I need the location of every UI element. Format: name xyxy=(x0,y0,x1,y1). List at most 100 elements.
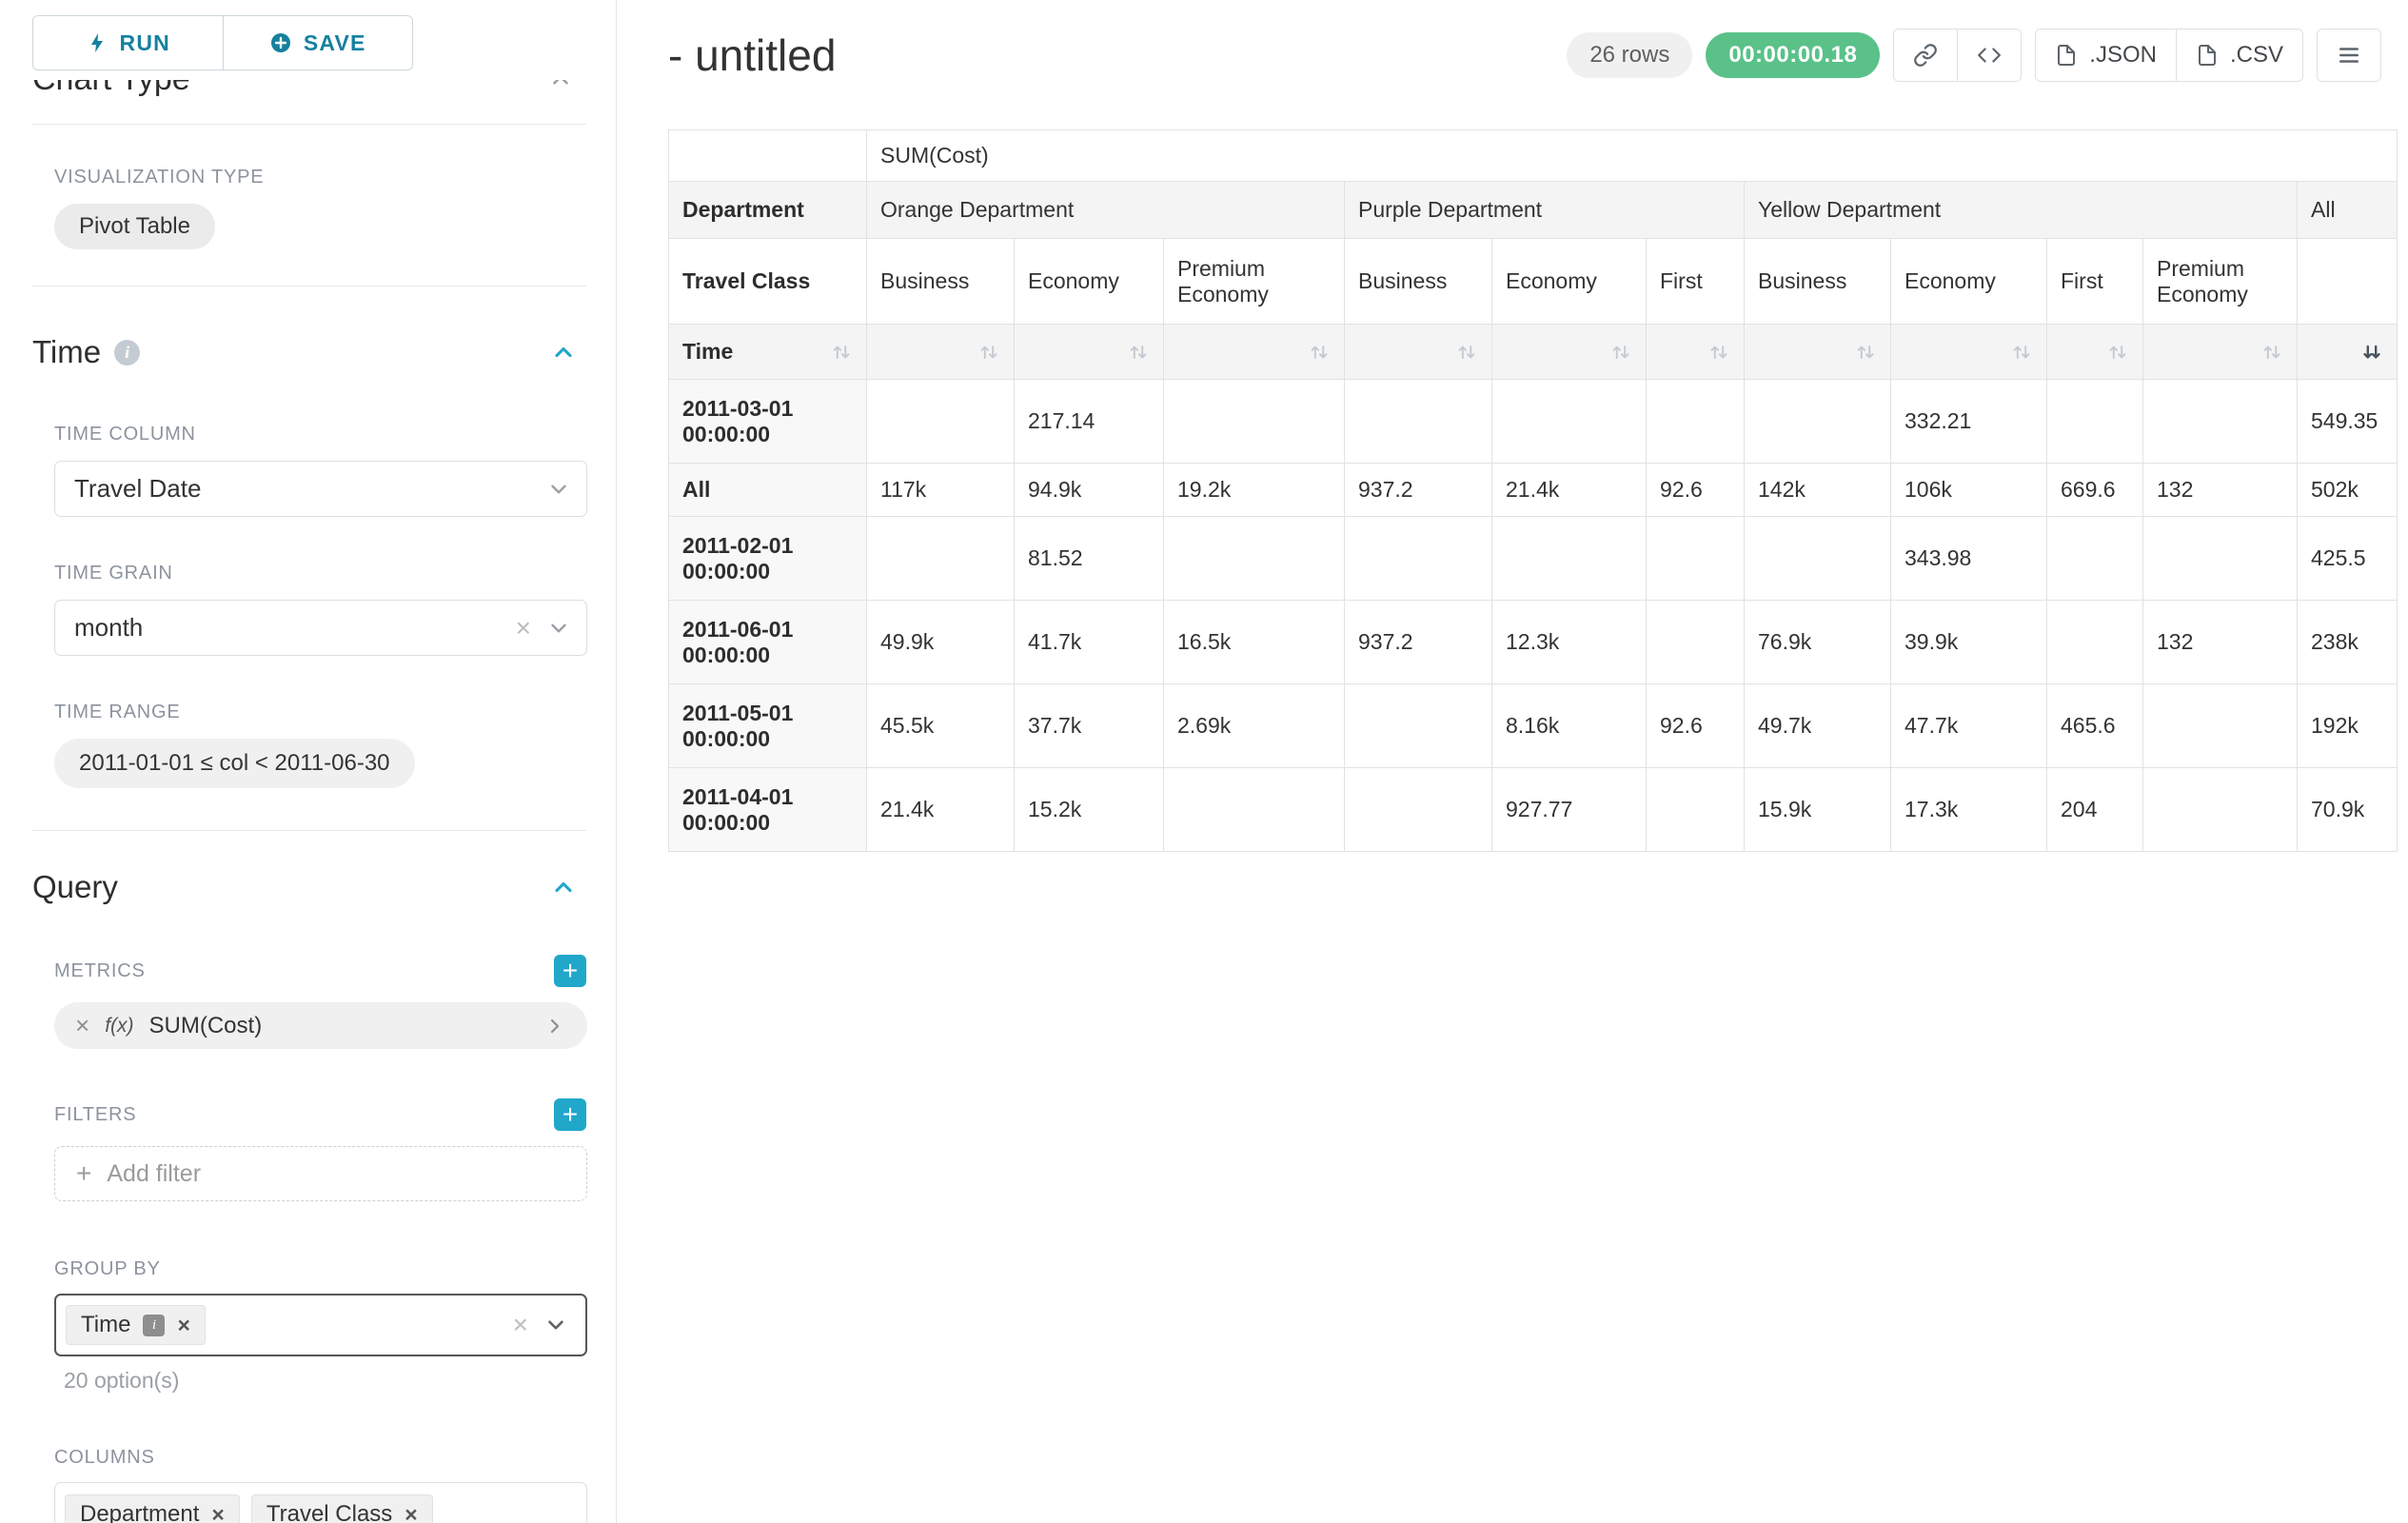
cell xyxy=(1345,517,1492,601)
add-filter-button[interactable]: + Add filter xyxy=(54,1146,587,1201)
remove-metric-icon[interactable]: × xyxy=(75,1011,89,1040)
columns-tag-travel-class[interactable]: Travel Class × xyxy=(251,1494,433,1523)
cell xyxy=(2143,517,2298,601)
sort-icon xyxy=(1308,341,1331,364)
time-section-title: Time xyxy=(32,334,101,370)
cell xyxy=(2143,380,2298,464)
cell xyxy=(1345,768,1492,852)
cell: 343.98 xyxy=(1891,517,2047,601)
columns-tag-department[interactable]: Department × xyxy=(65,1494,240,1523)
time-column-select[interactable]: Travel Date xyxy=(54,461,587,517)
columns-select[interactable]: Department × Travel Class × × xyxy=(54,1482,587,1523)
file-icon xyxy=(2196,44,2219,67)
sort-header[interactable] xyxy=(1345,325,1492,380)
cell xyxy=(1164,380,1345,464)
group-header-all: All xyxy=(2298,182,2398,239)
cell: 117k xyxy=(867,464,1015,517)
remove-tag-icon[interactable]: × xyxy=(211,1504,224,1523)
remove-tag-icon[interactable]: × xyxy=(177,1315,189,1336)
time-column-value: Travel Date xyxy=(74,474,201,504)
query-timer-badge: 00:00:00.18 xyxy=(1706,32,1880,78)
sort-header[interactable] xyxy=(1891,325,2047,380)
add-filter-plus-button[interactable]: + xyxy=(554,1098,586,1131)
chevron-up-icon[interactable] xyxy=(550,339,577,366)
cell: 45.5k xyxy=(867,684,1015,768)
info-icon: i xyxy=(143,1315,165,1336)
class-header: Business xyxy=(1345,239,1492,325)
col-dimension-cell: Department xyxy=(669,182,867,239)
cell: 132 xyxy=(2143,601,2298,684)
cell: 204 xyxy=(2047,768,2143,852)
table-row: 2011-05-01 00:00:00 45.5k 37.7k 2.69k 8.… xyxy=(669,684,2398,768)
sort-header[interactable] xyxy=(1647,325,1745,380)
sort-header[interactable] xyxy=(2143,325,2298,380)
cell: 12.3k xyxy=(1492,601,1647,684)
chevron-up-icon[interactable] xyxy=(548,80,573,92)
columns-label: COLUMNS xyxy=(54,1447,586,1469)
view-query-button[interactable] xyxy=(1957,30,2021,81)
sort-header[interactable] xyxy=(2047,325,2143,380)
download-csv-button[interactable]: .CSV xyxy=(2176,30,2302,81)
sort-header[interactable] xyxy=(1492,325,1647,380)
code-icon xyxy=(1977,43,2002,68)
query-section-header[interactable]: Query xyxy=(32,869,586,905)
sort-header[interactable] xyxy=(867,325,1015,380)
time-section-header[interactable]: Time i xyxy=(32,334,586,370)
sort-header[interactable] xyxy=(1745,325,1891,380)
cell xyxy=(867,517,1015,601)
remove-tag-icon[interactable]: × xyxy=(405,1504,417,1523)
divider xyxy=(32,124,586,125)
run-button[interactable]: RUN xyxy=(33,16,223,69)
cell xyxy=(2143,684,2298,768)
time-grain-label: TIME GRAIN xyxy=(54,563,586,584)
table-row-all: All 117k 94.9k 19.2k 937.2 21.4k 92.6 14… xyxy=(669,464,2398,517)
group-header: Yellow Department xyxy=(1745,182,2298,239)
cell: 94.9k xyxy=(1015,464,1164,517)
sort-header-all-active[interactable] xyxy=(2298,325,2398,380)
time-grain-select[interactable]: month × xyxy=(54,600,587,656)
cell: 937.2 xyxy=(1345,601,1492,684)
time-range-pill[interactable]: 2011-01-01 ≤ col < 2011-06-30 xyxy=(54,739,415,788)
download-json-button[interactable]: .JSON xyxy=(2036,30,2176,81)
sort-header-time[interactable]: Time xyxy=(669,325,867,380)
sort-header[interactable] xyxy=(1164,325,1345,380)
cell: 192k xyxy=(2298,684,2398,768)
copy-link-button[interactable] xyxy=(1894,30,1957,81)
divider xyxy=(32,830,586,831)
visualization-type-label: VISUALIZATION TYPE xyxy=(54,167,586,188)
menu-button[interactable] xyxy=(2318,30,2380,81)
save-button[interactable]: SAVE xyxy=(223,16,413,69)
sort-icon xyxy=(2010,341,2033,364)
class-header-empty xyxy=(2298,239,2398,325)
plus-icon: + xyxy=(76,1158,91,1189)
cell xyxy=(2047,380,2143,464)
chart-header: - untitled 26 rows 00:00:00.18 xyxy=(668,29,2381,82)
run-save-button-group: RUN SAVE xyxy=(32,15,413,70)
add-metric-button[interactable]: + xyxy=(554,955,586,987)
cell xyxy=(1745,380,1891,464)
cell: 81.52 xyxy=(1015,517,1164,601)
cell xyxy=(2143,768,2298,852)
menu-button-group xyxy=(2317,29,2381,82)
save-button-label: SAVE xyxy=(304,30,366,56)
chevron-up-icon[interactable] xyxy=(550,874,577,900)
corner-cell xyxy=(669,130,867,182)
row-label: 2011-04-01 00:00:00 xyxy=(669,768,867,852)
group-by-select[interactable]: Time i × × xyxy=(54,1294,587,1356)
link-icon xyxy=(1913,43,1938,68)
group-by-tag-time[interactable]: Time i × xyxy=(66,1305,206,1345)
cell xyxy=(1164,517,1345,601)
metric-pill[interactable]: × f(x) SUM(Cost) xyxy=(54,1002,587,1049)
group-header: Orange Department xyxy=(867,182,1345,239)
fx-icon: f(x) xyxy=(105,1015,133,1038)
cell: 15.9k xyxy=(1745,768,1891,852)
sort-icon xyxy=(1127,341,1150,364)
sort-header[interactable] xyxy=(1015,325,1164,380)
clear-icon[interactable]: × xyxy=(513,1312,528,1338)
group-header: Purple Department xyxy=(1345,182,1745,239)
bolt-icon xyxy=(86,31,109,54)
visualization-type-pill[interactable]: Pivot Table xyxy=(54,204,215,249)
table-row: 2011-04-01 00:00:00 21.4k 15.2k 927.77 1… xyxy=(669,768,2398,852)
sort-icon xyxy=(977,341,1000,364)
clear-icon[interactable]: × xyxy=(516,615,531,642)
